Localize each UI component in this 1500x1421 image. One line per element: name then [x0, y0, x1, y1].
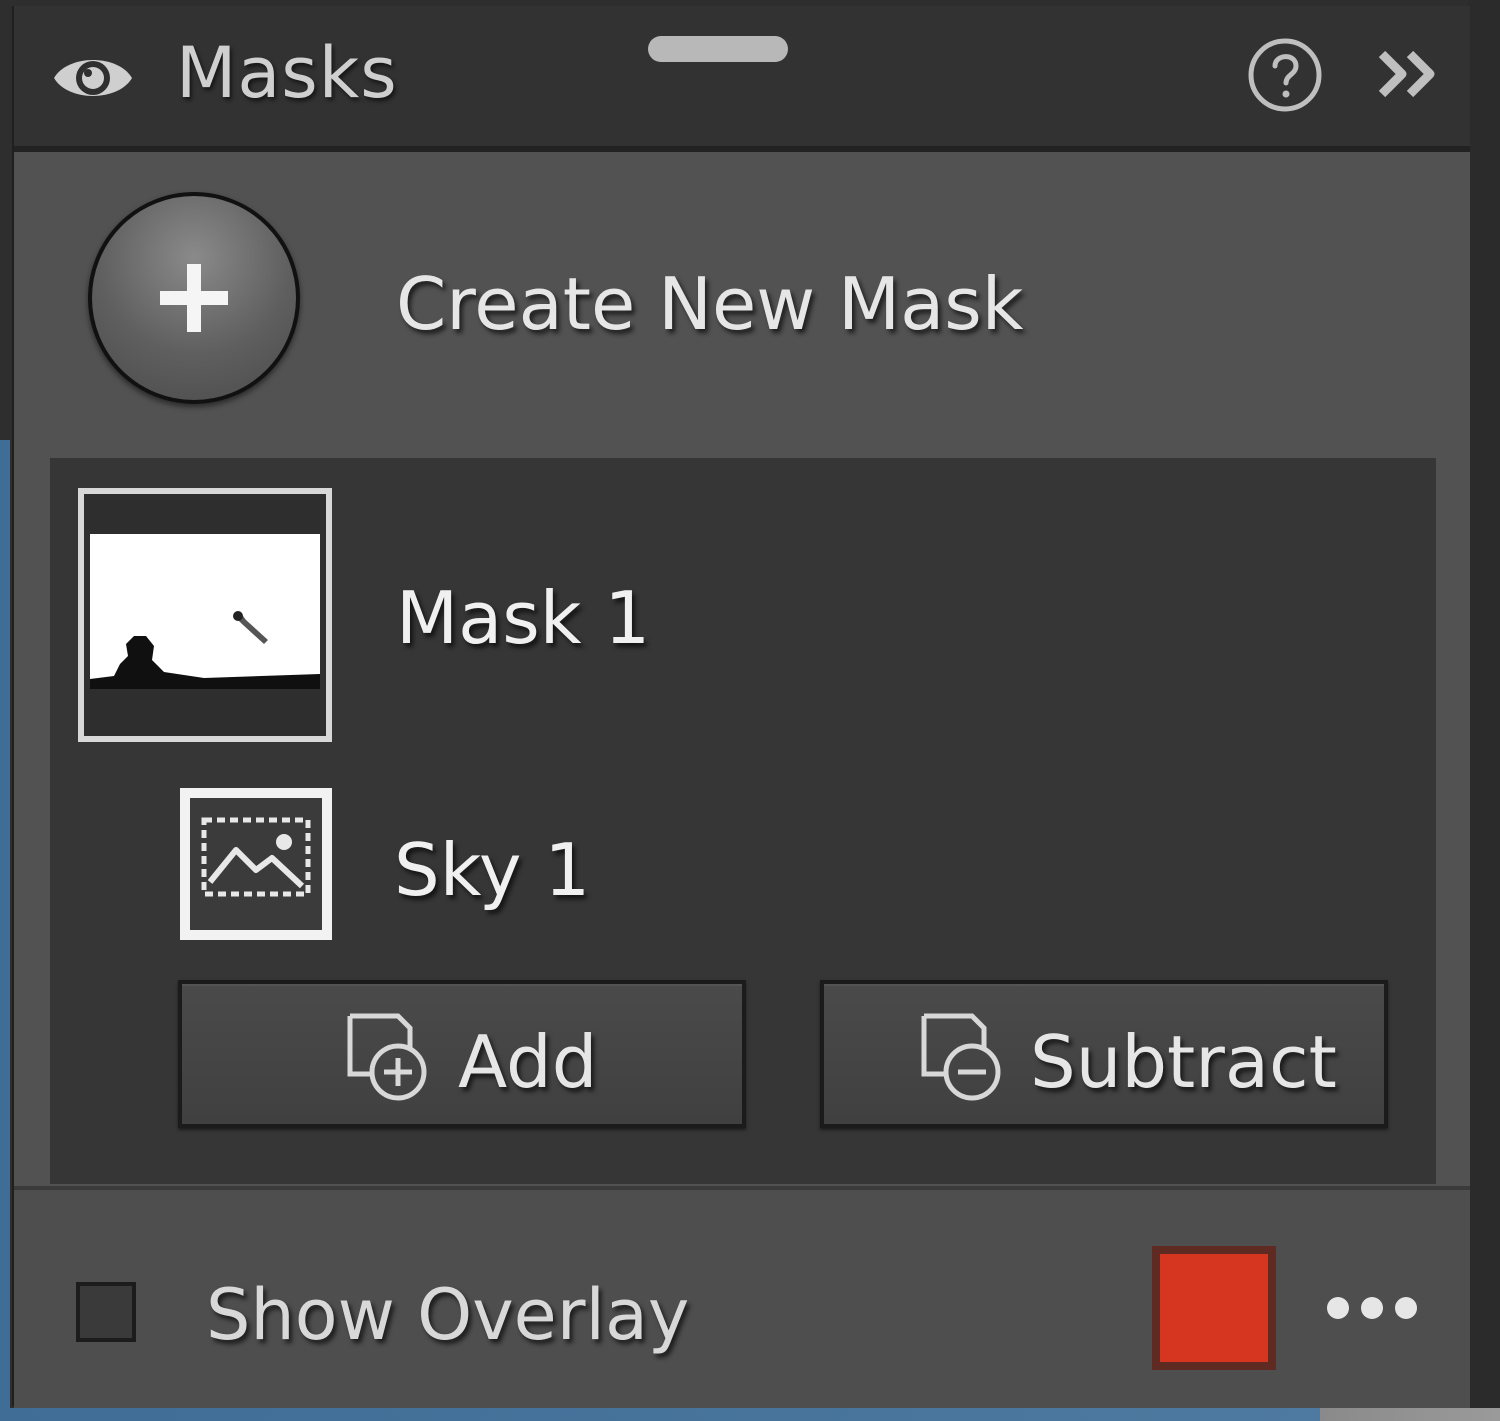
- masks-panel: Masks Create New Mask Mask 1 Sky 1 Add S…: [12, 6, 1470, 1410]
- create-new-mask-label[interactable]: Create New Mask: [396, 262, 1024, 346]
- subtract-button[interactable]: Subtract: [820, 980, 1388, 1128]
- panel-footer: Show Overlay: [14, 1186, 1470, 1410]
- canvas-edge-left: [0, 440, 10, 1421]
- panel-title: Masks: [176, 32, 398, 114]
- subtract-button-label: Subtract: [1030, 1020, 1337, 1104]
- add-button-label: Add: [458, 1020, 598, 1104]
- add-button[interactable]: Add: [178, 980, 746, 1128]
- double-chevron-right-icon[interactable]: [1376, 44, 1444, 104]
- sky-select-icon: [190, 798, 322, 930]
- component-name[interactable]: Sky 1: [394, 828, 590, 912]
- panel-header: Masks: [14, 6, 1470, 152]
- mask-preview-image: [84, 494, 326, 736]
- plus-icon: [160, 264, 228, 332]
- overlay-color-swatch[interactable]: [1152, 1246, 1276, 1370]
- show-overlay-checkbox[interactable]: [76, 1282, 136, 1342]
- mask-name[interactable]: Mask 1: [396, 576, 650, 660]
- sky-component-thumbnail[interactable]: [180, 788, 332, 940]
- more-horizontal-icon[interactable]: [1324, 1292, 1420, 1324]
- show-overlay-label[interactable]: Show Overlay: [206, 1274, 689, 1356]
- add-mask-icon: [347, 1013, 427, 1101]
- create-new-mask-button[interactable]: [88, 192, 300, 404]
- mask-list: Mask 1 Sky 1 Add Subtract: [50, 458, 1436, 1184]
- panel-body: Create New Mask Mask 1 Sky 1 Add Subtrac…: [14, 152, 1470, 1410]
- help-circle-icon[interactable]: [1246, 36, 1324, 114]
- eye-icon[interactable]: [50, 48, 136, 108]
- panel-scroll-gutter: [1468, 0, 1500, 1421]
- subtract-mask-icon: [921, 1013, 1001, 1101]
- drag-handle[interactable]: [648, 36, 788, 62]
- mask-thumbnail[interactable]: [78, 488, 332, 742]
- canvas-edge-bottom: [0, 1408, 1500, 1421]
